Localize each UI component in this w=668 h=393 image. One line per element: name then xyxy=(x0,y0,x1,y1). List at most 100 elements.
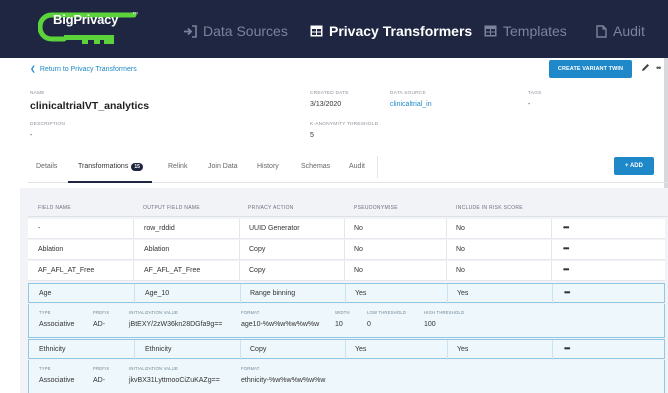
nav-audit[interactable]: Audit xyxy=(596,22,645,40)
col-field-name[interactable]: FIELD NAME xyxy=(38,205,71,211)
k-anonymity-value: 5 xyxy=(310,132,314,139)
transformations-count-badge: 15 xyxy=(131,163,143,171)
nav-privacy-transformers-label: Privacy Transformers xyxy=(329,23,473,39)
back-link-label: Return to Privacy Transformers xyxy=(39,65,137,73)
detail-width-label: WIDTH xyxy=(335,310,350,315)
tab-schemas[interactable]: Schemas xyxy=(301,163,330,170)
tab-transformations[interactable]: Transformations 15 xyxy=(78,163,143,171)
detail-low-label: LOW THRESHOLD xyxy=(367,310,407,315)
detail-prefix-value: AD- xyxy=(93,321,106,328)
cell-field-name: Ablation xyxy=(38,246,64,253)
tab-details[interactable]: Details xyxy=(36,163,57,170)
detail-init-value: jBtEXY/2zW36kn28DGfa9g== xyxy=(129,321,223,328)
detail-format-label: FORMAT xyxy=(241,366,260,371)
detail-type-label: TYPE xyxy=(39,310,51,315)
detail-type-label: TYPE xyxy=(39,366,51,371)
cell-field-name: Age xyxy=(39,290,52,297)
col-output-field-name[interactable]: OUTPUT FIELD NAME xyxy=(143,205,200,211)
detail-format-value: age10-%w%w%w%w%w xyxy=(241,321,320,328)
cell-risk-score: No xyxy=(456,225,465,232)
cell-pseudonymise: Yes xyxy=(355,290,367,297)
created-date-label: CREATED DATE xyxy=(310,91,349,96)
nav-templates-label: Templates xyxy=(503,23,567,39)
cell-risk-score: Yes xyxy=(457,290,469,297)
detail-low-value: 0 xyxy=(367,321,371,328)
cell-pseudonymise: Yes xyxy=(355,346,367,353)
logo-text: BigPrivacy xyxy=(53,12,119,27)
table-icon xyxy=(310,25,323,37)
pencil-icon[interactable] xyxy=(641,63,650,72)
tab-audit[interactable]: Audit xyxy=(349,163,365,170)
cell-output-field: Ethnicity xyxy=(145,346,172,353)
table-row[interactable]: AF_AFL_AT_Free AF_AFL_AT_Free Copy No No… xyxy=(28,261,665,281)
logo-trademark: ™ xyxy=(132,12,138,18)
cell-privacy-action: Range binning xyxy=(250,290,296,297)
cell-output-field: row_rddid xyxy=(144,225,175,232)
detail-type-value: Associative xyxy=(39,377,75,384)
tab-join-data[interactable]: Join Data xyxy=(208,163,238,170)
row-more-icon[interactable]: ••• xyxy=(563,244,569,253)
cell-output-field: Age_10 xyxy=(145,290,170,297)
cell-field-name: AF_AFL_AT_Free xyxy=(38,267,95,274)
tab-history[interactable]: History xyxy=(257,163,279,170)
table-row-age[interactable]: Age Age_10 Range binning Yes Yes ••• xyxy=(28,283,665,304)
table-row[interactable]: Ablation Ablation Copy No No ••• xyxy=(28,240,665,260)
name-label: NAME xyxy=(30,91,45,96)
data-source-label: DATA SOURCE xyxy=(390,91,426,96)
cell-field-name: Ethnicity xyxy=(39,346,66,353)
transformer-name: clinicaltrialVT_analytics xyxy=(30,100,150,112)
cell-risk-score: Yes xyxy=(457,346,469,353)
cell-privacy-action: Copy xyxy=(249,246,266,253)
detail-init-label: INITIALIZATION VALUE xyxy=(129,310,178,315)
row-more-icon[interactable]: ••• xyxy=(564,344,570,353)
description-label: DESCRIPTION xyxy=(30,122,65,127)
more-options-icon[interactable]: •• xyxy=(656,63,661,73)
cell-output-field: Ablation xyxy=(144,246,170,253)
tab-divider xyxy=(377,156,378,178)
col-pseudonymise[interactable]: PSEUDONYMISE xyxy=(354,205,398,211)
document-icon xyxy=(596,24,607,38)
detail-width-value: 10 xyxy=(335,321,343,328)
detail-prefix-value: AD- xyxy=(93,377,106,384)
age-detail-panel: TYPE Associative PREFIX AD- INITIALIZATI… xyxy=(28,304,665,338)
nav-data-sources-label: Data Sources xyxy=(203,23,288,39)
table-row[interactable]: - row_rddid UUID Generator No No ••• xyxy=(28,219,665,239)
detail-format-value: ethnicity-%w%w%w%w%w xyxy=(241,377,326,384)
detail-init-label: INITIALIZATION VALUE xyxy=(129,366,178,371)
table-icon xyxy=(484,25,497,37)
cell-pseudonymise: No xyxy=(354,225,363,232)
detail-prefix-label: PREFIX xyxy=(93,366,110,371)
row-more-icon[interactable]: ••• xyxy=(563,223,569,232)
nav-privacy-transformers[interactable]: Privacy Transformers xyxy=(310,22,472,40)
cell-output-field: AF_AFL_AT_Free xyxy=(144,267,201,274)
sign-in-icon xyxy=(184,24,197,38)
ethnicity-detail-panel: TYPE Associative PREFIX AD- INITIALIZATI… xyxy=(28,360,665,393)
description-value: - xyxy=(30,132,33,139)
cell-risk-score: No xyxy=(456,267,465,274)
add-button[interactable]: + ADD xyxy=(614,157,654,175)
create-variant-twin-button[interactable]: CREATE VARIANT TWIN xyxy=(549,60,632,78)
cell-risk-score: No xyxy=(456,246,465,253)
cell-pseudonymise: No xyxy=(354,246,363,253)
detail-type-value: Associative xyxy=(39,321,75,328)
detail-high-value: 100 xyxy=(424,321,436,328)
cell-pseudonymise: No xyxy=(354,267,363,274)
row-more-icon[interactable]: ••• xyxy=(563,265,569,274)
table-row-ethnicity[interactable]: Ethnicity Ethnicity Copy Yes Yes ••• xyxy=(28,339,665,360)
nav-templates[interactable]: Templates xyxy=(484,22,567,40)
created-date-value: 3/13/2020 xyxy=(310,101,342,108)
top-navigation: BigPrivacy ™ Data Sources Privacy Transf… xyxy=(0,0,668,58)
data-source-link[interactable]: clinicaltrial_in xyxy=(390,101,432,108)
nav-audit-label: Audit xyxy=(613,23,645,39)
detail-prefix-label: PREFIX xyxy=(93,310,110,315)
detail-high-label: HIGH THRESHOLD xyxy=(424,310,465,315)
col-include-in-risk-score[interactable]: INCLUDE IN RISK SCORE xyxy=(456,205,523,211)
cell-privacy-action: UUID Generator xyxy=(249,225,300,232)
col-privacy-action[interactable]: PRIVACY ACTION xyxy=(248,205,294,211)
row-more-icon[interactable]: ••• xyxy=(564,288,570,297)
nav-data-sources[interactable]: Data Sources xyxy=(183,22,288,40)
back-link[interactable]: ❮ Return to Privacy Transformers xyxy=(30,65,137,74)
active-tab-indicator xyxy=(68,181,152,183)
tab-relink[interactable]: Relink xyxy=(168,163,187,170)
cell-privacy-action: Copy xyxy=(249,267,266,274)
